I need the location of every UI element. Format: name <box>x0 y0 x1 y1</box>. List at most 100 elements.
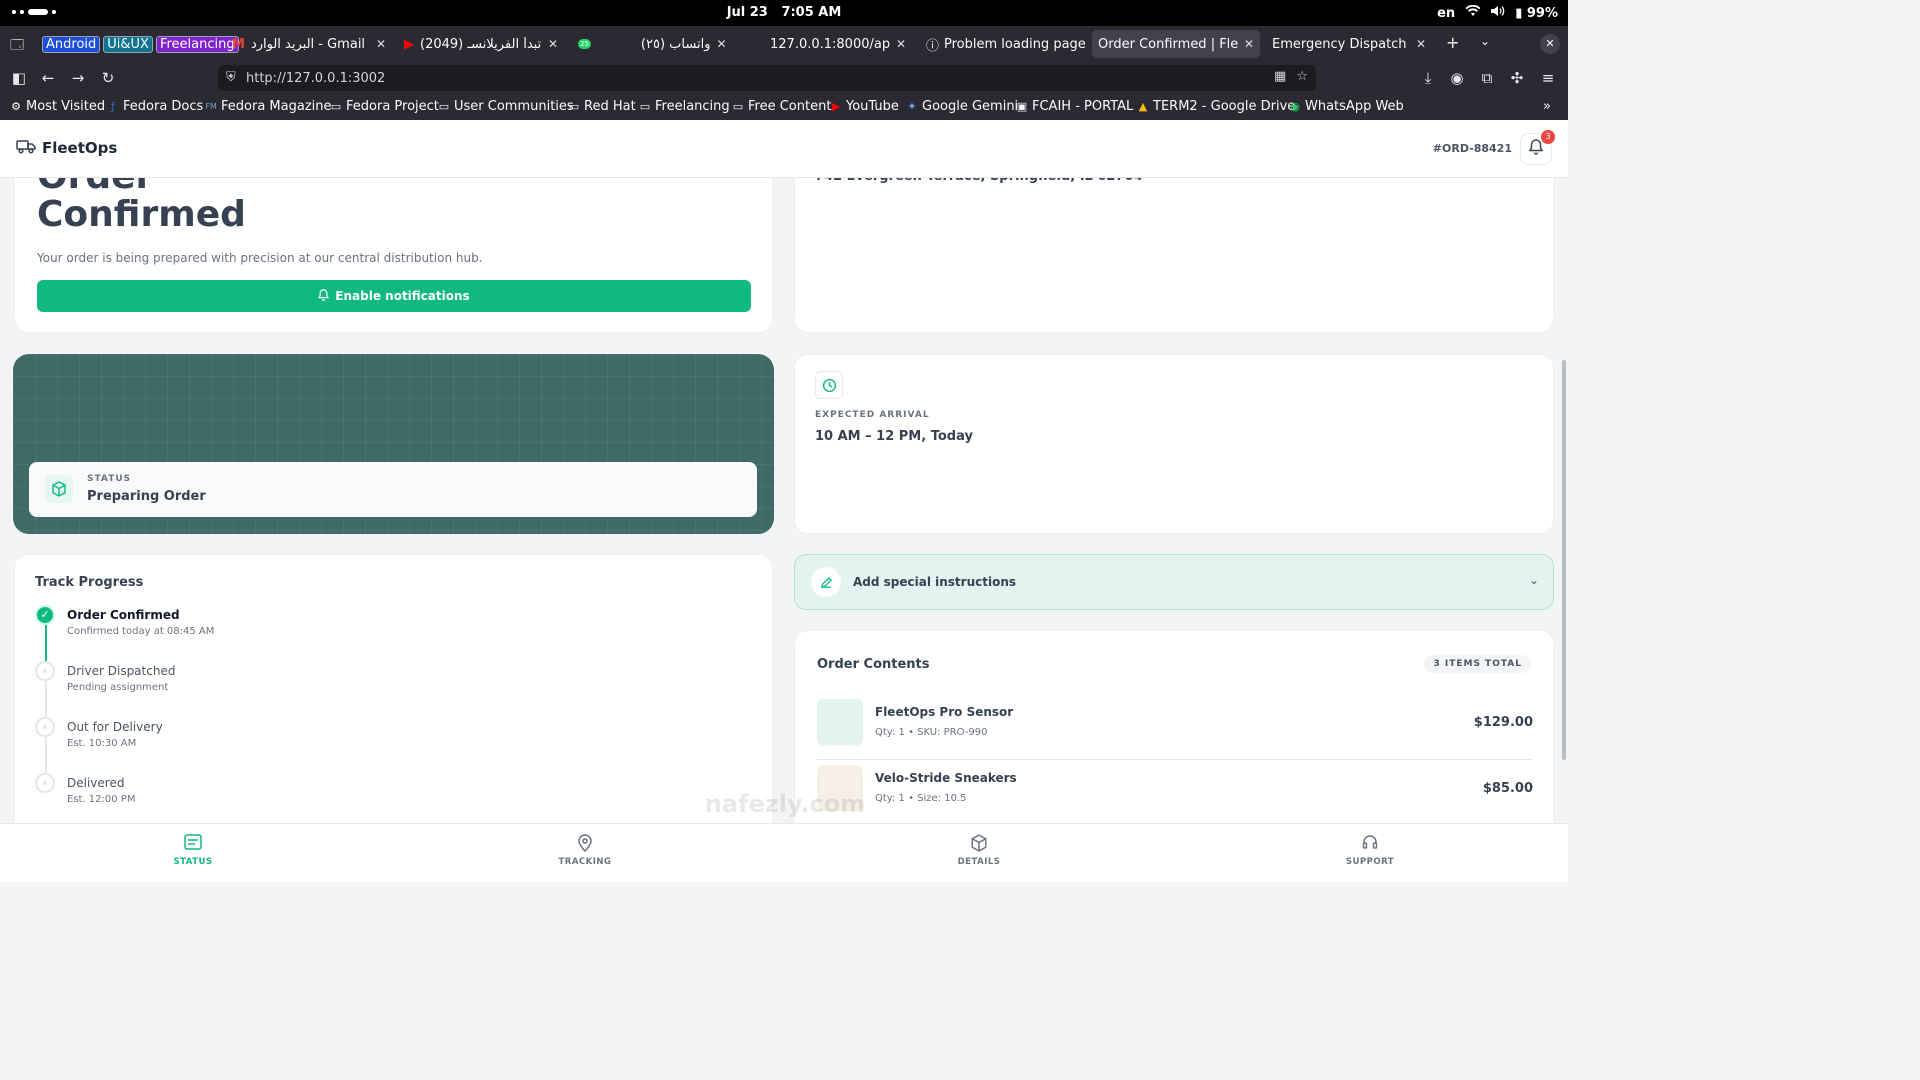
sidebar-icon[interactable]: ◧ <box>9 68 29 88</box>
url-bar[interactable]: ⛨ http://127.0.0.1:3002 ▦ ☆ <box>218 65 1316 91</box>
download-icon[interactable]: ⤓ <box>1418 68 1438 88</box>
bookmark-fedora-magazine[interactable]: FM Fedora Magazine <box>205 99 331 114</box>
bookmark-fedora-project[interactable]: ▭ Fedora Project <box>330 99 439 114</box>
close-icon[interactable]: ✕ <box>548 37 558 51</box>
system-time: 7:05 AM <box>781 5 842 20</box>
shield-icon[interactable]: ⛨ <box>226 70 236 85</box>
nav-label: STATUS <box>173 857 213 867</box>
extensions-icon[interactable]: ⧉ <box>1477 68 1497 88</box>
step-subtitle: Pending assignment <box>67 682 169 693</box>
bookmark-fcaih-portal[interactable]: ▣ FCAIH - PORTAL <box>1016 99 1133 114</box>
battery-indicator[interactable]: ▮ 99% <box>1515 6 1558 21</box>
tab-api[interactable]: 127.0.0.1:8000/api/v1/a ✕ <box>764 30 912 58</box>
tab-list-chevron-icon[interactable]: ⌄ <box>1480 34 1490 48</box>
eta-label: EXPECTED ARRIVAL <box>815 410 930 420</box>
tab-group-tags[interactable]: Android Ui&UX Freelancing <box>36 30 248 58</box>
step-pending-dot-icon <box>35 773 55 793</box>
bookmark-red-hat[interactable]: ▭ Red Hat <box>568 99 636 114</box>
forward-icon[interactable]: → <box>68 68 88 88</box>
bookmark-freelancing[interactable]: ▭ Freelancing <box>639 99 730 114</box>
tab-order-confirmed[interactable]: Order Confirmed | FleetO ✕ <box>1092 30 1260 58</box>
page-scrollbar[interactable] <box>1562 360 1566 760</box>
url-bar-actions: ▦ ☆ <box>1274 69 1308 84</box>
menu-icon[interactable]: ≡ <box>1538 68 1558 88</box>
special-instructions-toggle[interactable]: Add special instructions ⌄ <box>794 554 1554 610</box>
extension-puzzle-icon[interactable]: ✣ <box>1507 68 1527 88</box>
close-icon[interactable]: ✕ <box>716 37 726 51</box>
headset-icon <box>1330 834 1410 854</box>
bottom-navigation: STATUS TRACKING DETAILS SUPPORT <box>0 823 1568 882</box>
brand-name: FleetOps <box>42 139 118 157</box>
bookmark-whatsapp-web[interactable]: ◉ WhatsApp Web <box>1289 99 1404 114</box>
close-icon[interactable]: ✕ <box>376 37 386 51</box>
account-icon[interactable]: ◉ <box>1447 68 1467 88</box>
nav-status[interactable]: STATUS <box>153 834 233 867</box>
tab-youtube[interactable]: ▶ (2049) ازاي تبدأ الفريلانسـ ✕ <box>398 30 564 58</box>
order-id: #ORD-88421 <box>1432 142 1512 155</box>
bookmark-label: TERM2 - Google Drive <box>1153 99 1296 114</box>
magazine-icon: FM <box>205 101 217 111</box>
wifi-icon[interactable] <box>1465 4 1481 21</box>
tab-label: Order Confirmed | FleetO <box>1098 36 1238 52</box>
tab-label: Problem loading page <box>944 36 1086 52</box>
bell-icon <box>318 288 330 304</box>
bookmark-label: Red Hat <box>584 99 636 114</box>
bookmark-youtube[interactable]: ▶ YouTube <box>830 99 899 114</box>
bookmark-most-visited[interactable]: ⚙ Most Visited <box>10 99 105 114</box>
close-icon[interactable]: ✕ <box>896 37 906 51</box>
battery-level: 99% <box>1526 5 1558 21</box>
app-viewport: FleetOps #ORD-88421 3 Order Confirmed Yo… <box>0 120 1568 882</box>
tab-label: 127.0.0.1:8000/api/v1/a <box>770 36 890 52</box>
folder-icon: ▭ <box>732 99 744 113</box>
tab-sidebar-toggle[interactable]: 🗔 <box>10 36 24 58</box>
enable-notifications-label: Enable notifications <box>335 289 470 303</box>
qr-code-icon[interactable]: ▦ <box>1274 69 1286 84</box>
item-price: $85.00 <box>1482 781 1533 796</box>
bookmark-free-content[interactable]: ▭ Free Content <box>732 99 832 114</box>
bookmark-star-icon[interactable]: ☆ <box>1296 69 1308 84</box>
window-close-icon[interactable]: ✕ <box>1540 34 1560 54</box>
new-tab-icon[interactable]: + <box>1446 33 1459 52</box>
bookmark-google-drive[interactable]: ▲ TERM2 - Google Drive <box>1137 99 1296 114</box>
bookmark-label: Free Content <box>748 99 832 114</box>
nav-tracking[interactable]: TRACKING <box>545 834 625 867</box>
bookmark-google-gemini[interactable]: ✦ Google Gemini <box>906 99 1018 114</box>
tab-emergency-dispatch[interactable]: Emergency Dispatch ✕ <box>1266 30 1432 58</box>
reload-icon[interactable]: ↻ <box>98 68 118 88</box>
nav-support[interactable]: SUPPORT <box>1330 834 1410 867</box>
language-indicator[interactable]: en <box>1437 6 1455 21</box>
item-meta: Qty: 1 • SKU: PRO-990 <box>875 727 988 738</box>
live-map-card[interactable]: STATUS Preparing Order <box>13 354 774 534</box>
tab-problem-loading[interactable]: ⓘ Problem loading page ✕ <box>920 30 1086 58</box>
step-title: Out for Delivery <box>67 720 163 734</box>
system-bar: Jul 23 7:05 AM en ▮ 99% <box>0 0 1568 26</box>
bookmarks-overflow-icon[interactable]: » <box>1543 99 1551 114</box>
volume-icon[interactable] <box>1491 5 1505 21</box>
tab-group-android[interactable]: Android <box>42 35 101 53</box>
close-icon[interactable]: ✕ <box>1416 37 1426 51</box>
folder-icon: ▭ <box>568 99 580 113</box>
close-icon[interactable]: ✕ <box>1244 37 1254 51</box>
notification-count-badge: 3 <box>1541 130 1555 144</box>
bookmark-user-communities[interactable]: ▭ User Communities <box>438 99 574 114</box>
bookmark-fedora-docs[interactable]: ƒ Fedora Docs <box>107 99 203 114</box>
nav-details[interactable]: DETAILS <box>939 834 1019 867</box>
step-pending-dot-icon <box>35 717 55 737</box>
tab-gmail[interactable]: M البريد الوارد - Gmail ✕ <box>226 30 392 58</box>
brand[interactable]: FleetOps <box>16 138 117 158</box>
clock-icon <box>815 371 843 399</box>
bookmark-label: User Communities <box>454 99 574 114</box>
step-out-for-delivery: Out for Delivery Est. 10:30 AM <box>67 720 163 749</box>
order-item[interactable]: Velo-Stride Sneakers Qty: 1 • Size: 10.5… <box>817 765 1533 821</box>
tab-whatsapp[interactable]: 25 واتساب (٢٥) ✕ <box>572 30 740 58</box>
notifications-button[interactable]: 3 <box>1520 130 1555 165</box>
gmail-icon: M <box>232 36 245 52</box>
item-name: Velo-Stride Sneakers <box>875 771 1017 785</box>
tab-group-uiux[interactable]: Ui&UX <box>103 35 153 53</box>
step-title: Delivered <box>67 776 125 790</box>
order-item[interactable]: FleetOps Pro Sensor Qty: 1 • SKU: PRO-99… <box>817 699 1533 760</box>
enable-notifications-button[interactable]: Enable notifications <box>37 280 751 312</box>
system-clock[interactable]: Jul 23 7:05 AM <box>0 5 1568 20</box>
back-icon[interactable]: ← <box>38 68 58 88</box>
whatsapp-icon: ◉ <box>1290 99 1300 113</box>
